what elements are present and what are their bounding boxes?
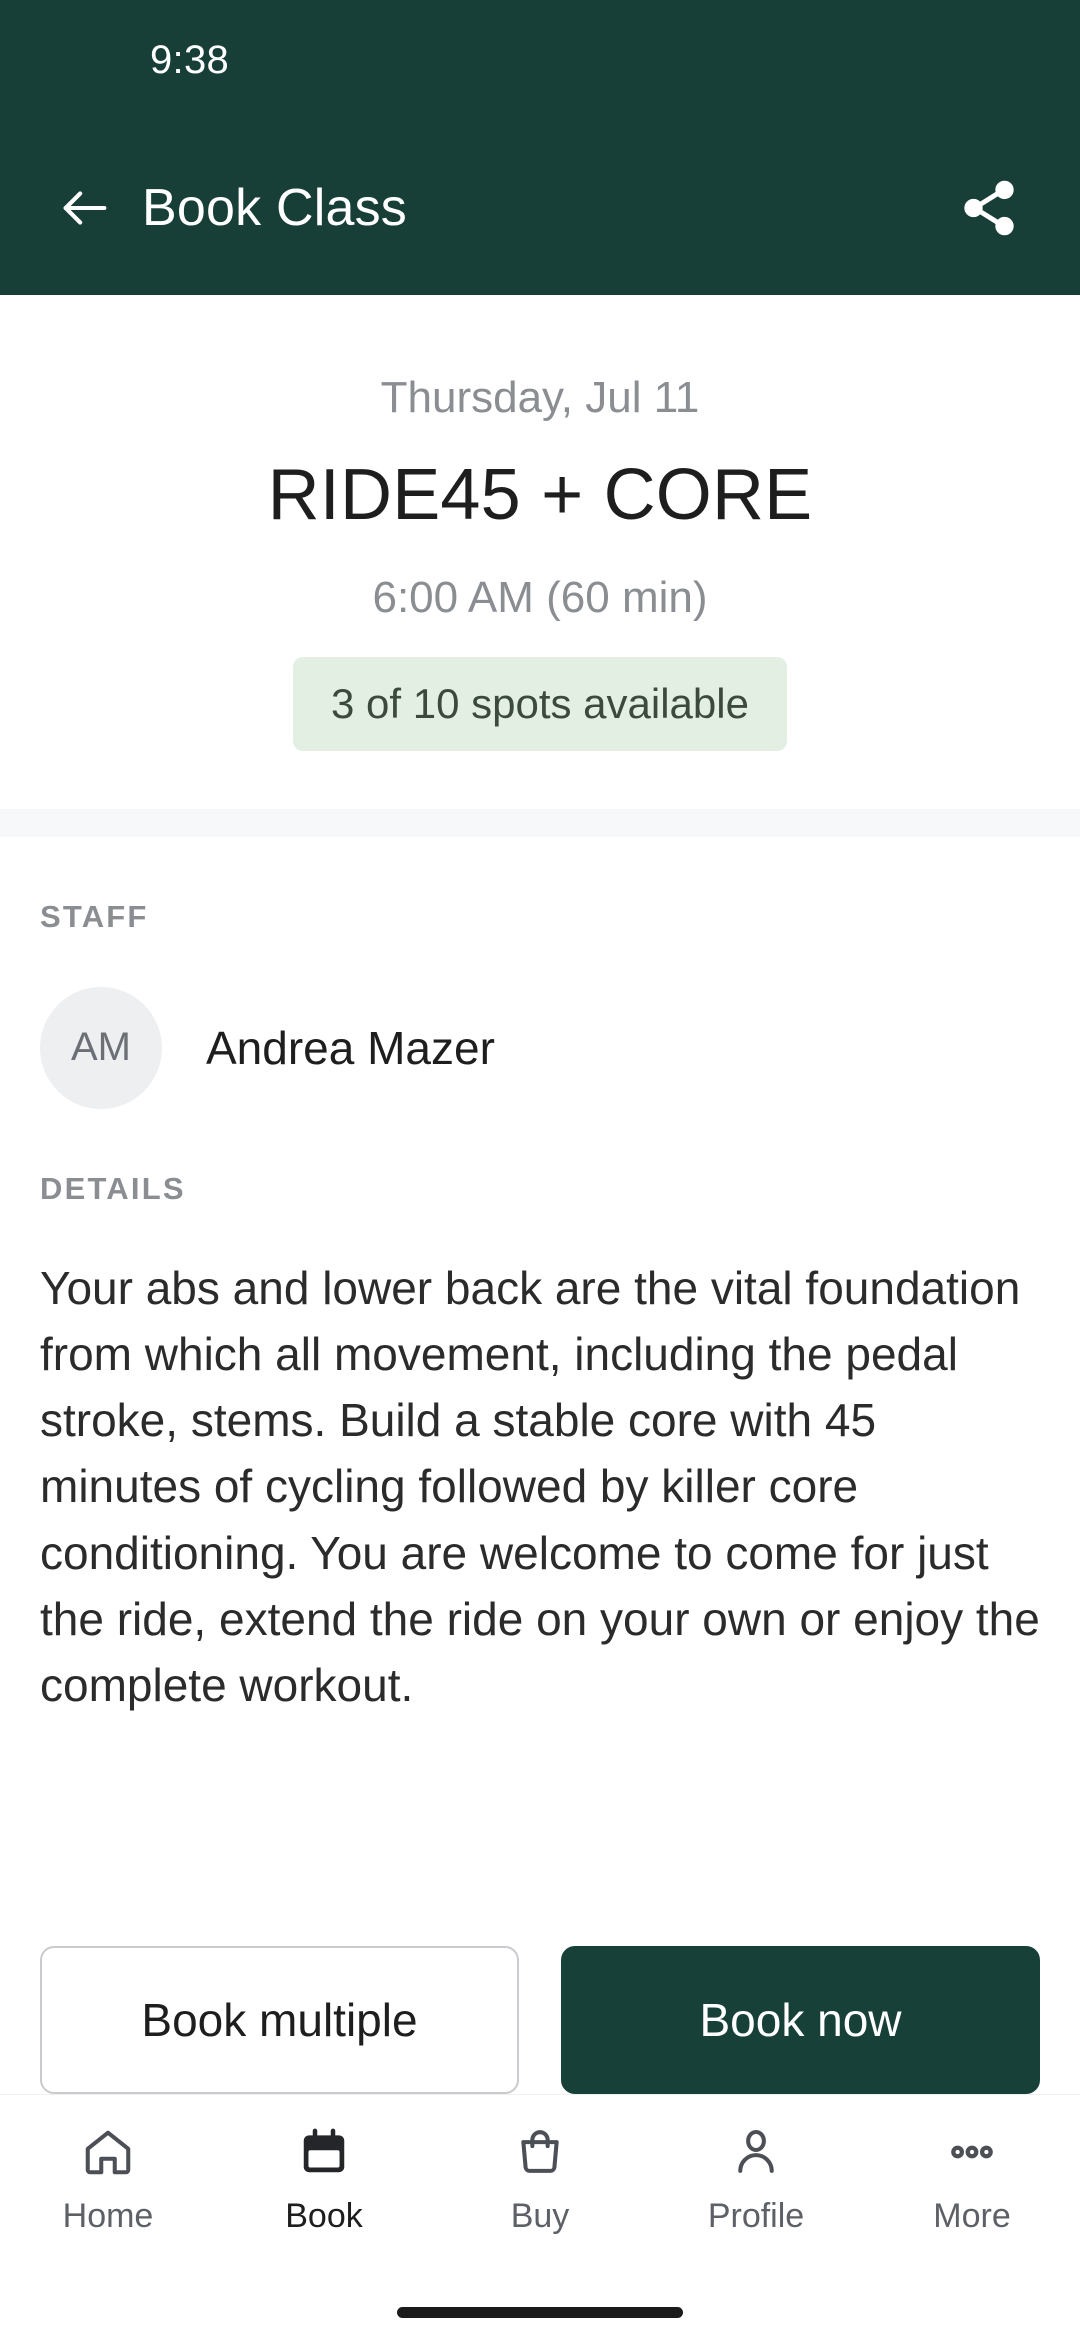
home-indicator[interactable] — [397, 2306, 683, 2318]
nav-item-book[interactable]: Book — [216, 2121, 432, 2236]
nav-label-more: More — [933, 2197, 1011, 2235]
class-date: Thursday, Jul 11 — [380, 373, 700, 422]
main-content: STAFF AM Andrea Mazer DETAILS Your abs a… — [0, 836, 1080, 1894]
status-bar: 9:38 — [0, 0, 1080, 120]
status-bar-clock: 9:38 — [150, 37, 230, 82]
bottom-navigation: Home Book Buy Profile More — [0, 2094, 1080, 2284]
gesture-area — [0, 2284, 1080, 2340]
calendar-icon — [297, 2121, 351, 2183]
status-badge: 3 of 10 spots available — [293, 656, 787, 751]
top-bar: 9:38 Book Class — [0, 0, 1080, 295]
nav-item-more[interactable]: More — [864, 2121, 1080, 2236]
nav-item-profile[interactable]: Profile — [648, 2121, 864, 2236]
nav-item-home[interactable]: Home — [0, 2121, 216, 2236]
avatar: AM — [40, 986, 162, 1109]
staff-section-label: STAFF — [40, 898, 149, 934]
nav-item-buy[interactable]: Buy — [432, 2121, 648, 2236]
book-multiple-button[interactable]: Book multiple — [40, 1946, 519, 2094]
badge-container: 3 of 10 spots available — [40, 656, 1040, 751]
nav-label-buy: Buy — [510, 2197, 570, 2235]
page-title: Book Class — [142, 178, 407, 237]
more-dots-icon — [945, 2121, 999, 2183]
phone-screen: 9:38 Book Class Thursday, Jul 11 RIDE45 … — [0, 0, 1080, 2340]
class-time-duration: 6:00 AM (60 min) — [372, 572, 708, 622]
app-bar: Book Class — [0, 120, 1080, 295]
share-icon[interactable] — [950, 169, 1028, 247]
class-summary: Thursday, Jul 11 RIDE45 + CORE 6:00 AM (… — [0, 295, 1080, 809]
person-icon — [729, 2121, 783, 2183]
nav-label-book: Book — [285, 2197, 363, 2235]
details-section-label: DETAILS — [40, 1170, 186, 1206]
class-name: RIDE45 + CORE — [267, 455, 813, 535]
section-divider — [0, 808, 1080, 837]
bag-icon — [513, 2121, 567, 2183]
staff-name: Andrea Mazer — [206, 1021, 495, 1074]
staff-row[interactable]: AM Andrea Mazer — [40, 986, 1040, 1109]
home-icon — [81, 2121, 135, 2183]
class-description: Your abs and lower back are the vital fo… — [40, 1261, 1040, 1712]
arrow-left-icon[interactable] — [48, 171, 122, 245]
nav-label-profile: Profile — [707, 2197, 805, 2235]
book-now-button[interactable]: Book now — [561, 1946, 1040, 2094]
action-buttons: Book multiple Book now — [0, 1894, 1080, 2094]
nav-label-home: Home — [62, 2197, 154, 2235]
